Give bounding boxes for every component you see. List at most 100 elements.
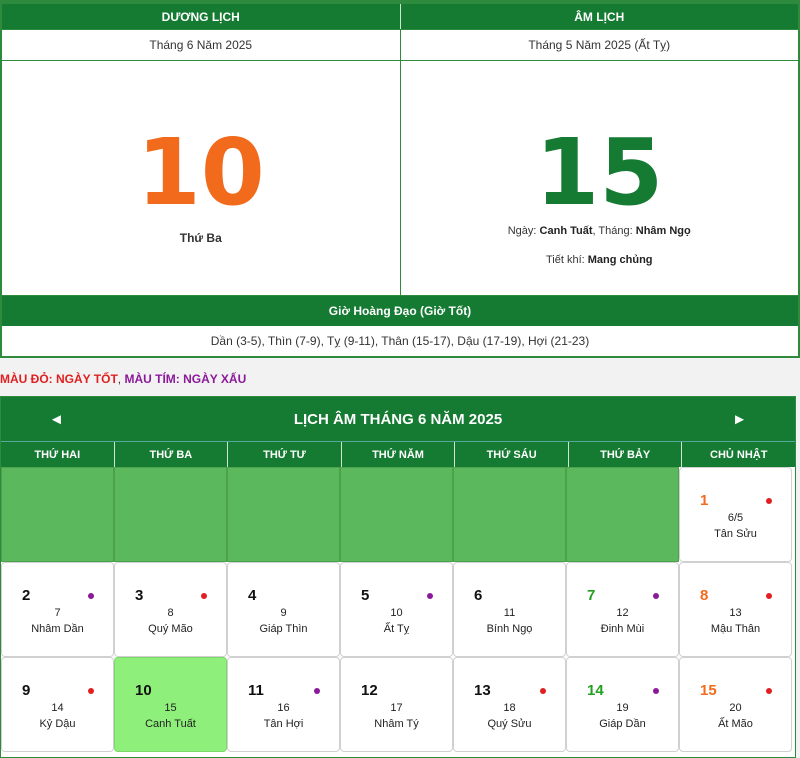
ngay-label: Ngày:: [507, 225, 537, 237]
calendar-title: LỊCH ÂM THÁNG 6 NĂM 2025: [293, 410, 503, 428]
ngay-value: Canh Tuất: [539, 225, 593, 237]
lunar-calendar-header: ÂM LỊCH: [399, 4, 798, 29]
weekday-header: CHỦ NHẬT: [681, 442, 795, 467]
can-chi-name: Quý Sửu: [487, 718, 532, 730]
weekday-header-row: THỨ HAI THỨ BA THỨ TƯ THỨ NĂM THỨ SÁU THỨ BẢY…: [1, 441, 795, 467]
solar-date: 14: [587, 682, 604, 699]
calendar-grid: 1 6/5 Tân Sửu 2 7 Nhâm Dần 3 8 Quý Mão 4 9 Giáp Thì…: [1, 467, 795, 752]
can-chi-name: Tân Sửu: [714, 528, 757, 540]
good-day-dot-icon: [766, 498, 772, 504]
solar-date: 15: [700, 682, 717, 699]
solar-day-panel: 10 Thứ Ba: [2, 60, 400, 295]
can-chi-name: Quý Mão: [148, 623, 193, 635]
day-cell[interactable]: 6 11 Bính Ngọ: [453, 562, 566, 657]
calendar-week-row: 9 14 Kỷ Dậu 10 15 Canh Tuất 11 16 Tân Hợi 12 17 Nhâ…: [1, 657, 795, 752]
lunar-date: 8: [167, 607, 174, 619]
prev-month-arrow-icon[interactable]: ◄: [49, 397, 64, 441]
solar-date: 3: [135, 587, 144, 604]
day-cell[interactable]: 9 14 Kỷ Dậu: [1, 657, 114, 752]
can-chi-name: Nhâm Dần: [31, 623, 84, 635]
lunar-month-label: Tháng 5 Năm 2025 (Ất Tỵ): [399, 29, 798, 60]
good-day-dot-icon: [540, 688, 546, 694]
lunar-date: 11: [503, 607, 516, 619]
lunar-date: 6/5: [727, 512, 744, 524]
bad-day-dot-icon: [427, 593, 433, 599]
lunar-date: 19: [616, 702, 629, 714]
solar-date: 12: [361, 682, 378, 699]
weekday-header: THỨ SÁU: [454, 442, 568, 467]
can-chi-name: Bính Ngọ: [486, 623, 533, 635]
day-cell[interactable]: 2 7 Nhâm Dần: [1, 562, 114, 657]
day-cell[interactable]: 1 6/5 Tân Sửu: [679, 467, 792, 562]
tiet-khi-label: Tiết khí:: [545, 254, 585, 266]
day-cell[interactable]: 7 12 Đinh Mùi: [566, 562, 679, 657]
weekday-header: THỨ TƯ: [227, 442, 341, 467]
day-cell-today[interactable]: 10 15 Canh Tuất: [114, 657, 227, 752]
gio-hoang-dao-title: Giờ Hoàng Đạo (Giờ Tốt): [2, 295, 798, 326]
empty-day-cell: [1, 467, 114, 562]
can-chi-name: Kỷ Dậu: [39, 718, 76, 730]
lunar-date: 10: [390, 607, 403, 619]
calendar-week-row: 1 6/5 Tân Sửu: [1, 467, 795, 562]
day-cell[interactable]: 4 9 Giáp Thìn: [227, 562, 340, 657]
can-chi-name: Tân Hợi: [263, 718, 304, 730]
solar-date: 9: [22, 682, 31, 699]
weekday-header: THỨ BẢY: [567, 442, 682, 467]
day-cell[interactable]: 3 8 Quý Mão: [114, 562, 227, 657]
can-chi-name: Mậu Thân: [710, 623, 761, 635]
solar-date: 13: [474, 682, 491, 699]
can-chi-name: Nhâm Tý: [374, 718, 419, 730]
good-day-dot-icon: [766, 593, 772, 599]
next-month-arrow-icon[interactable]: ►: [732, 397, 747, 441]
lunar-date: 18: [503, 702, 516, 714]
bad-day-dot-icon: [88, 593, 94, 599]
calendar-title-bar: ◄ LỊCH ÂM THÁNG 6 NĂM 2025 ►: [1, 397, 795, 441]
calendar-week-row: 2 7 Nhâm Dần 3 8 Quý Mão 4 9 Giáp Thìn 5 10 Ất Tỵ 6 1…: [1, 562, 795, 657]
lunar-date: 9: [280, 607, 287, 619]
lunar-month-calendar: ◄ LỊCH ÂM THÁNG 6 NĂM 2025 ► THỨ HAI THỨ …: [0, 396, 796, 758]
color-legend: MÀU ĐỎ: NGÀY TỐT, MÀU TÍM: NGÀY XẤU: [0, 372, 246, 386]
can-chi-name: Giáp Thìn: [259, 623, 308, 635]
good-day-dot-icon: [88, 688, 94, 694]
lunar-date: 12: [616, 607, 629, 619]
lunar-date: 15: [164, 702, 177, 714]
solar-date: 11: [248, 682, 264, 699]
lunar-day-number: 15: [535, 119, 664, 226]
solar-calendar-header: DƯƠNG LỊCH: [2, 4, 400, 29]
lunar-date: 20: [729, 702, 742, 714]
solar-date: 6: [474, 587, 483, 604]
solar-month-label: Tháng 6 Năm 2025: [2, 29, 400, 60]
can-chi-name: Ất Mão: [718, 718, 753, 730]
day-cell[interactable]: 5 10 Ất Tỵ: [340, 562, 453, 657]
day-cell[interactable]: 8 13 Mậu Thân: [679, 562, 792, 657]
weekday-header: THỨ NĂM: [340, 442, 455, 467]
legend-separator: ,: [117, 372, 122, 386]
day-cell[interactable]: 13 18 Quý Sửu: [453, 657, 566, 752]
can-chi-name: Canh Tuất: [145, 718, 196, 730]
legend-bad-day: MÀU TÍM: NGÀY XẤU: [124, 372, 247, 386]
lunar-date: 14: [51, 702, 64, 714]
solar-date: 5: [361, 587, 370, 604]
can-chi-name: Giáp Dần: [599, 718, 646, 730]
empty-day-cell: [453, 467, 566, 562]
empty-day-cell: [227, 467, 340, 562]
thang-value: Nhâm Ngọ: [635, 225, 691, 237]
legend-good-day: MÀU ĐỎ: NGÀY TỐT: [0, 372, 118, 386]
can-chi-name: Đinh Mùi: [600, 623, 645, 635]
day-cell[interactable]: 14 19 Giáp Dần: [566, 657, 679, 752]
bad-day-dot-icon: [653, 593, 659, 599]
solar-date: 7: [587, 587, 596, 604]
solar-date: 2: [22, 587, 31, 604]
tiet-khi-value: Mang chủng: [587, 254, 653, 266]
weekday-header: THỨ BA: [113, 442, 228, 467]
lunar-date: 17: [390, 702, 403, 714]
solar-date: 10: [135, 682, 152, 699]
bad-day-dot-icon: [653, 688, 659, 694]
thang-label: , Tháng:: [592, 225, 633, 237]
day-cell[interactable]: 15 20 Ất Mão: [679, 657, 792, 752]
lunar-day-panel: 15 Ngày: Canh Tuất, Tháng: Nhâm Ngọ Tiết…: [399, 60, 798, 295]
solar-date: 1: [700, 492, 709, 509]
day-cell[interactable]: 11 16 Tân Hợi: [227, 657, 340, 752]
can-chi-name: Ất Tỵ: [383, 623, 410, 635]
day-cell[interactable]: 12 17 Nhâm Tý: [340, 657, 453, 752]
